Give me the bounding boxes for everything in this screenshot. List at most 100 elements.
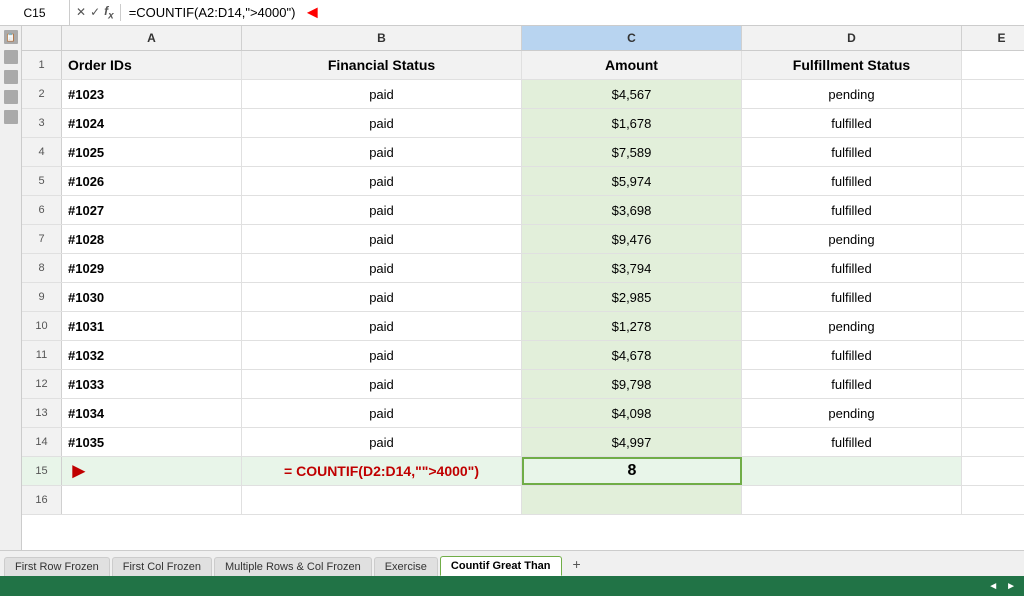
cell-6d[interactable]: fulfilled [742,196,962,224]
cell-8c[interactable]: $3,794 [522,254,742,282]
cancel-icon[interactable]: ✕ [76,5,86,19]
cell-8b[interactable]: paid [242,254,522,282]
cell-10b[interactable]: paid [242,312,522,340]
cell-1b[interactable]: Financial Status [242,51,522,79]
cell-1c[interactable]: Amount [522,51,742,79]
col-header-b[interactable]: B [242,26,522,50]
cell-7d[interactable]: pending [742,225,962,253]
cell-2a[interactable]: #1023 [62,80,242,108]
formula-red-arrow: ◄ [303,2,321,23]
cell-10a[interactable]: #1031 [62,312,242,340]
cell-13c[interactable]: $4,098 [522,399,742,427]
cell-5c[interactable]: $5,974 [522,167,742,195]
col-header-e[interactable]: E [962,26,1024,50]
tab-first-row-frozen[interactable]: First Row Frozen [4,557,110,576]
cell-3b[interactable]: paid [242,109,522,137]
cell-6a[interactable]: #1027 [62,196,242,224]
col-header-a[interactable]: A [62,26,242,50]
cell-12b[interactable]: paid [242,370,522,398]
row-num-15: 15 [22,457,62,485]
cell-2b[interactable]: paid [242,80,522,108]
cell-1a[interactable]: Order IDs [62,51,242,79]
col-header-c[interactable]: C [522,26,742,50]
cell-14b[interactable]: paid [242,428,522,456]
insert-function-icon[interactable]: fx [104,4,114,21]
cell-9d[interactable]: fulfilled [742,283,962,311]
col-header-d[interactable]: D [742,26,962,50]
cell-7a[interactable]: #1028 [62,225,242,253]
cell-15-formula[interactable]: = COUNTIF(D2:D14,"">4000") [242,457,522,485]
cell-5a[interactable]: #1026 [62,167,242,195]
cell-11d[interactable]: fulfilled [742,341,962,369]
tab-first-col-frozen[interactable]: First Col Frozen [112,557,212,576]
cell-13a[interactable]: #1034 [62,399,242,427]
cell-11c[interactable]: $4,678 [522,341,742,369]
cell-14d[interactable]: fulfilled [742,428,962,456]
cell-3c[interactable]: $1,678 [522,109,742,137]
cell-7b[interactable]: paid [242,225,522,253]
cell-8a[interactable]: #1029 [62,254,242,282]
tab-exercise[interactable]: Exercise [374,557,438,576]
cell-4a[interactable]: #1025 [62,138,242,166]
cell-16c[interactable] [522,486,742,514]
cell-12d[interactable]: fulfilled [742,370,962,398]
cell-5d[interactable]: fulfilled [742,167,962,195]
cell-6b[interactable]: paid [242,196,522,224]
cell-14c[interactable]: $4,997 [522,428,742,456]
tab-countif-great-than[interactable]: Countif Great Than [440,556,562,576]
cell-16b[interactable] [242,486,522,514]
tab-add-button[interactable]: + [564,552,590,576]
header-row: 1 Order IDs Financial Status Amount Fulf… [22,51,1024,80]
table-row: 12 #1033 paid $9,798 fulfilled [22,370,1024,399]
cell-15-result[interactable]: 8 [522,457,742,485]
cell-2c[interactable]: $4,567 [522,80,742,108]
cell-13d[interactable]: pending [742,399,962,427]
cell-12c[interactable]: $9,798 [522,370,742,398]
table-row: 4 #1025 paid $7,589 fulfilled [22,138,1024,167]
confirm-icon[interactable]: ✓ [90,5,100,19]
scroll-left-arrow[interactable]: ◄ [988,581,998,592]
cell-10c[interactable]: $1,278 [522,312,742,340]
cell-9c[interactable]: $2,985 [522,283,742,311]
table-row: 14 #1035 paid $4,997 fulfilled [22,428,1024,457]
cell-2d[interactable]: pending [742,80,962,108]
cell-10d[interactable]: pending [742,312,962,340]
cell-6c[interactable]: $3,698 [522,196,742,224]
row-num-8: 8 [22,254,62,282]
formula-content[interactable]: =COUNTIF(A2:D14,">4000") ◄ [121,2,1024,23]
cell-8d[interactable]: fulfilled [742,254,962,282]
cell-4b[interactable]: paid [242,138,522,166]
cell-4c[interactable]: $7,589 [522,138,742,166]
cell-9a[interactable]: #1030 [62,283,242,311]
cell-15a[interactable]: ► [62,457,242,485]
spreadsheet-wrapper: 📋 A B C D E 1 Order IDs [0,26,1024,550]
cell-13b[interactable]: paid [242,399,522,427]
cell-15d[interactable] [742,457,962,485]
row-num-2: 2 [22,80,62,108]
cell-14a[interactable]: #1035 [62,428,242,456]
cell-3d[interactable]: fulfilled [742,109,962,137]
scroll-right-arrow[interactable]: ► [1006,581,1016,592]
name-box[interactable]: C15 [0,0,70,25]
app-container: C15 ✕ ✓ fx =COUNTIF(A2:D14,">4000") ◄ 📋 … [0,0,1024,596]
cell-4d[interactable]: fulfilled [742,138,962,166]
cell-16a[interactable] [62,486,242,514]
cell-12a[interactable]: #1033 [62,370,242,398]
cell-3a[interactable]: #1024 [62,109,242,137]
table-row: 2 #1023 paid $4,567 pending [22,80,1024,109]
row-num-5: 5 [22,167,62,195]
cell-1d[interactable]: Fulfillment Status [742,51,962,79]
cell-9b[interactable]: paid [242,283,522,311]
cell-11a[interactable]: #1032 [62,341,242,369]
cell-11b[interactable]: paid [242,341,522,369]
table-row: 13 #1034 paid $4,098 pending [22,399,1024,428]
tab-multiple-rows-col-frozen[interactable]: Multiple Rows & Col Frozen [214,557,372,576]
cell-16d[interactable] [742,486,962,514]
sidebar-icon-4 [4,90,18,104]
row-num-14: 14 [22,428,62,456]
table-row: 3 #1024 paid $1,678 fulfilled [22,109,1024,138]
table-row: 8 #1029 paid $3,794 fulfilled [22,254,1024,283]
cell-5b[interactable]: paid [242,167,522,195]
cell-7c[interactable]: $9,476 [522,225,742,253]
table-row: 11 #1032 paid $4,678 fulfilled [22,341,1024,370]
